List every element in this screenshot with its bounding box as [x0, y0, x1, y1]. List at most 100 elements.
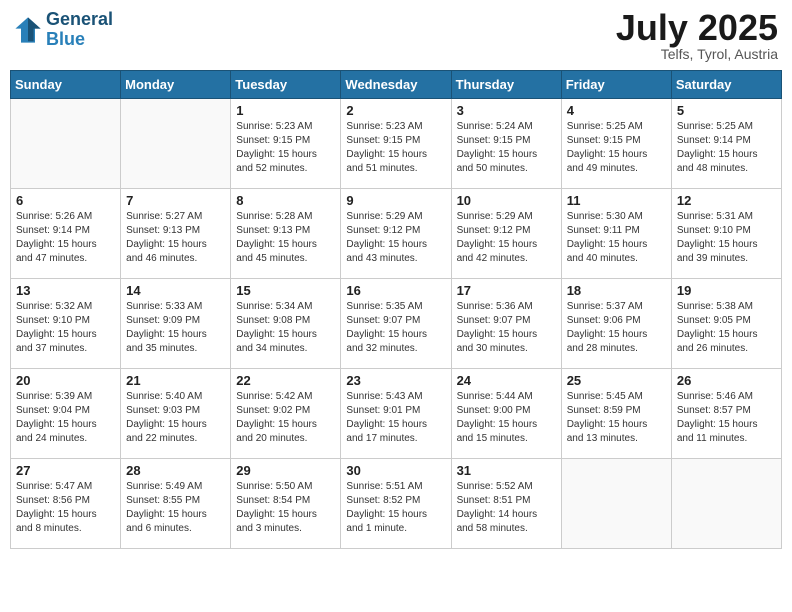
day-number: 16 [346, 283, 445, 298]
week-row-4: 20Sunrise: 5:39 AM Sunset: 9:04 PM Dayli… [11, 369, 782, 459]
page-header: General Blue July 2025 Telfs, Tyrol, Aus… [10, 10, 782, 62]
day-info: Sunrise: 5:31 AM Sunset: 9:10 PM Dayligh… [677, 210, 776, 266]
day-number: 29 [236, 463, 335, 478]
day-cell [671, 459, 781, 549]
day-number: 4 [567, 103, 666, 118]
day-cell: 24 Sunrise: 5:44 AM Sunset: 9:00 PM Dayli… [451, 369, 561, 459]
day-info: Sunrise: 5:37 AM Sunset: 9:06 PM Dayligh… [567, 300, 666, 356]
day-cell: 1 Sunrise: 5:23 AM Sunset: 9:15 PM Daylig… [231, 99, 341, 189]
day-info: Sunrise: 5:32 AM Sunset: 9:10 PM Dayligh… [16, 300, 115, 356]
col-header-friday: Friday [561, 71, 671, 99]
day-cell [121, 99, 231, 189]
day-cell: 14Sunrise: 5:33 AM Sunset: 9:09 PM Dayli… [121, 279, 231, 369]
day-number: 13 [16, 283, 115, 298]
title-block: July 2025 Telfs, Tyrol, Austria [616, 10, 778, 62]
day-info: Sunrise: 5:40 AM Sunset: 9:03 PM Dayligh… [126, 390, 225, 446]
day-number: 21 [126, 373, 225, 388]
day-number: 18 [567, 283, 666, 298]
day-cell [11, 99, 121, 189]
day-cell: 4 Sunrise: 5:25 AM Sunset: 9:15 PM Daylig… [561, 99, 671, 189]
day-info: Sunrise: 5:43 AM Sunset: 9:01 PM Dayligh… [346, 390, 445, 446]
day-cell: 9 Sunrise: 5:29 AM Sunset: 9:12 PM Daylig… [341, 189, 451, 279]
day-number: 7 [126, 193, 225, 208]
day-info: Sunrise: 5:29 AM Sunset: 9:12 PM Dayligh… [346, 210, 445, 266]
day-cell: 21 Sunrise: 5:40 AM Sunset: 9:03 PM Dayli… [121, 369, 231, 459]
day-cell: 11Sunrise: 5:30 AM Sunset: 9:11 PM Dayli… [561, 189, 671, 279]
day-info: Sunrise: 5:49 AM Sunset: 8:55 PM Dayligh… [126, 480, 225, 536]
day-cell: 10Sunrise: 5:29 AM Sunset: 9:12 PM Dayli… [451, 189, 561, 279]
day-number: 14 [126, 283, 225, 298]
day-cell: 12 Sunrise: 5:31 AM Sunset: 9:10 PM Dayli… [671, 189, 781, 279]
day-info: Sunrise: 5:47 AM Sunset: 8:56 PM Dayligh… [16, 480, 115, 536]
day-info: Sunrise: 5:52 AM Sunset: 8:51 PM Dayligh… [457, 480, 556, 536]
week-row-2: 6 Sunrise: 5:26 AM Sunset: 9:14 PM Daylig… [11, 189, 782, 279]
day-cell: 27 Sunrise: 5:47 AM Sunset: 8:56 PM Dayli… [11, 459, 121, 549]
day-number: 15 [236, 283, 335, 298]
week-row-3: 13 Sunrise: 5:32 AM Sunset: 9:10 PM Dayli… [11, 279, 782, 369]
calendar: SundayMondayTuesdayWednesdayThursdayFrid… [10, 70, 782, 549]
day-cell [561, 459, 671, 549]
col-header-monday: Monday [121, 71, 231, 99]
day-info: Sunrise: 5:28 AM Sunset: 9:13 PM Dayligh… [236, 210, 335, 266]
day-number: 5 [677, 103, 776, 118]
week-row-5: 27 Sunrise: 5:47 AM Sunset: 8:56 PM Dayli… [11, 459, 782, 549]
day-info: Sunrise: 5:23 AM Sunset: 9:15 PM Dayligh… [346, 120, 445, 176]
day-cell: 31 Sunrise: 5:52 AM Sunset: 8:51 PM Dayli… [451, 459, 561, 549]
day-cell: 28 Sunrise: 5:49 AM Sunset: 8:55 PM Dayli… [121, 459, 231, 549]
day-info: Sunrise: 5:36 AM Sunset: 9:07 PM Dayligh… [457, 300, 556, 356]
logo-line1: General [46, 10, 113, 30]
day-cell: 25 Sunrise: 5:45 AM Sunset: 8:59 PM Dayli… [561, 369, 671, 459]
day-number: 27 [16, 463, 115, 478]
day-number: 2 [346, 103, 445, 118]
day-cell: 16Sunrise: 5:35 AM Sunset: 9:07 PM Dayli… [341, 279, 451, 369]
day-number: 23 [346, 373, 445, 388]
day-cell: 2 Sunrise: 5:23 AM Sunset: 9:15 PM Daylig… [341, 99, 451, 189]
month-title: July 2025 [616, 10, 778, 46]
day-number: 11 [567, 193, 666, 208]
day-number: 12 [677, 193, 776, 208]
day-number: 8 [236, 193, 335, 208]
day-cell: 5 Sunrise: 5:25 AM Sunset: 9:14 PM Daylig… [671, 99, 781, 189]
day-info: Sunrise: 5:27 AM Sunset: 9:13 PM Dayligh… [126, 210, 225, 266]
day-info: Sunrise: 5:25 AM Sunset: 9:15 PM Dayligh… [567, 120, 666, 176]
day-info: Sunrise: 5:23 AM Sunset: 9:15 PM Dayligh… [236, 120, 335, 176]
day-info: Sunrise: 5:45 AM Sunset: 8:59 PM Dayligh… [567, 390, 666, 446]
calendar-header-row: SundayMondayTuesdayWednesdayThursdayFrid… [11, 71, 782, 99]
day-number: 30 [346, 463, 445, 478]
day-info: Sunrise: 5:26 AM Sunset: 9:14 PM Dayligh… [16, 210, 115, 266]
day-info: Sunrise: 5:44 AM Sunset: 9:00 PM Dayligh… [457, 390, 556, 446]
col-header-saturday: Saturday [671, 71, 781, 99]
day-cell: 29Sunrise: 5:50 AM Sunset: 8:54 PM Dayli… [231, 459, 341, 549]
day-info: Sunrise: 5:25 AM Sunset: 9:14 PM Dayligh… [677, 120, 776, 176]
day-number: 25 [567, 373, 666, 388]
day-cell: 20Sunrise: 5:39 AM Sunset: 9:04 PM Dayli… [11, 369, 121, 459]
day-info: Sunrise: 5:46 AM Sunset: 8:57 PM Dayligh… [677, 390, 776, 446]
day-number: 24 [457, 373, 556, 388]
day-cell: 18 Sunrise: 5:37 AM Sunset: 9:06 PM Dayli… [561, 279, 671, 369]
day-number: 6 [16, 193, 115, 208]
col-header-sunday: Sunday [11, 71, 121, 99]
day-cell: 8 Sunrise: 5:28 AM Sunset: 9:13 PM Daylig… [231, 189, 341, 279]
day-info: Sunrise: 5:34 AM Sunset: 9:08 PM Dayligh… [236, 300, 335, 356]
col-header-tuesday: Tuesday [231, 71, 341, 99]
day-number: 17 [457, 283, 556, 298]
day-number: 26 [677, 373, 776, 388]
day-number: 3 [457, 103, 556, 118]
day-cell: 23 Sunrise: 5:43 AM Sunset: 9:01 PM Dayli… [341, 369, 451, 459]
logo-icon [14, 16, 42, 44]
day-cell: 30Sunrise: 5:51 AM Sunset: 8:52 PM Dayli… [341, 459, 451, 549]
day-cell: 22Sunrise: 5:42 AM Sunset: 9:02 PM Dayli… [231, 369, 341, 459]
day-info: Sunrise: 5:42 AM Sunset: 9:02 PM Dayligh… [236, 390, 335, 446]
week-row-1: 1 Sunrise: 5:23 AM Sunset: 9:15 PM Daylig… [11, 99, 782, 189]
day-number: 9 [346, 193, 445, 208]
day-cell: 15 Sunrise: 5:34 AM Sunset: 9:08 PM Dayli… [231, 279, 341, 369]
day-cell: 3 Sunrise: 5:24 AM Sunset: 9:15 PM Daylig… [451, 99, 561, 189]
day-info: Sunrise: 5:38 AM Sunset: 9:05 PM Dayligh… [677, 300, 776, 356]
day-number: 31 [457, 463, 556, 478]
logo-line2: Blue [46, 30, 113, 50]
col-header-wednesday: Wednesday [341, 71, 451, 99]
day-info: Sunrise: 5:24 AM Sunset: 9:15 PM Dayligh… [457, 120, 556, 176]
day-number: 1 [236, 103, 335, 118]
day-number: 28 [126, 463, 225, 478]
day-cell: 19Sunrise: 5:38 AM Sunset: 9:05 PM Dayli… [671, 279, 781, 369]
